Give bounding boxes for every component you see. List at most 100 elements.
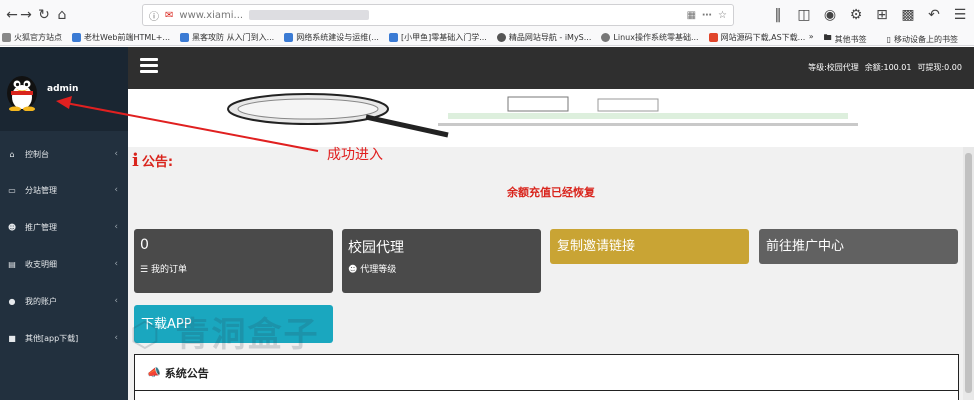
folder-icon: ■	[8, 333, 16, 343]
system-notice-panel: 📣 系统公告	[134, 354, 959, 400]
chevron-left-icon: ‹	[114, 296, 118, 306]
sidebar-item-console[interactable]: ⌂ 控制台 ‹	[0, 143, 128, 165]
chevron-left-icon: ‹	[114, 149, 118, 159]
sidebar-item-label: 我的账户	[25, 296, 57, 306]
system-notice-header: 📣 系统公告	[135, 355, 958, 391]
url-text: www.xiami...	[179, 9, 244, 21]
annotation-text: 成功进入	[327, 147, 383, 163]
mobile-icon: ▯	[886, 34, 891, 44]
browser-toolbar: ← → ↻ ⌂ ⓘ ✉ www.xiami... ▦ ⋯ ☆ ‖ ◫ ◉ ⚙ ⊞…	[0, 0, 974, 30]
crop-icon[interactable]: ⊞	[872, 5, 892, 25]
menu-toggle-icon[interactable]	[140, 58, 158, 74]
bookmark-folder[interactable]: 🖿 其他书签	[823, 32, 867, 45]
announcement-heading: i 公告:	[132, 150, 174, 171]
page-scrollbar[interactable]	[963, 147, 974, 400]
menu-icon[interactable]: ☰	[950, 5, 970, 25]
home-icon[interactable]: ⌂	[52, 5, 72, 25]
globe-icon	[496, 33, 506, 42]
undo-icon[interactable]: ↶	[924, 5, 944, 25]
bookmarks-bar: 火狐官方站点 老杜Web前端HTML+... 黑客攻防 从入门到入... 网络系…	[0, 30, 974, 46]
qr-icon[interactable]: ▦	[687, 10, 696, 21]
megaphone-icon: 📣	[147, 366, 161, 379]
bookmark-item[interactable]: 黑客攻防 从入门到入...	[180, 32, 274, 43]
bookmark-icon	[72, 33, 81, 42]
site-favicon-icon: ✉	[165, 9, 174, 21]
bookmark-item[interactable]: 网络系统建设与运维(...	[284, 32, 379, 43]
user-panel: admin	[0, 47, 128, 131]
sidebar-item-label: 推广管理	[25, 222, 57, 232]
bookmark-item[interactable]: 老杜Web前端HTML+...	[72, 32, 170, 43]
sidebar-item-other[interactable]: ■ 其他[app下载] ‹	[0, 327, 128, 349]
orders-card[interactable]: 0 ☰ 我的订单	[134, 229, 333, 293]
chevron-left-icon: ‹	[114, 259, 118, 269]
chevron-left-icon: ‹	[114, 333, 118, 343]
agent-title: 校园代理	[348, 240, 404, 256]
sidebar: admin ⌂ 控制台 ‹ ▭ 分站管理 ‹ ☻ 推广管理 ‹ ▤ 收支明细 ‹…	[0, 47, 128, 400]
banner-magnifier-graphic	[227, 93, 858, 138]
chevron-left-icon: ‹	[114, 222, 118, 232]
overflow-chevron-icon[interactable]: »	[809, 32, 814, 45]
username: admin	[47, 84, 79, 94]
url-bar[interactable]: ⓘ ✉ www.xiami... ▦ ⋯ ☆	[142, 4, 734, 26]
bookmark-icon	[284, 33, 294, 42]
bookmark-folder[interactable]: ▯ 移动设备上的书签	[886, 32, 958, 45]
balance: 余额:100.01	[864, 63, 912, 72]
library-icon[interactable]: ‖	[768, 5, 788, 25]
info-icon: ⓘ	[149, 11, 159, 23]
user-icon: ●	[8, 296, 16, 306]
account-summary: 等级:校园代理 余额:100.01 可提现:0.00	[808, 62, 962, 73]
sidebar-item-label: 收支明细	[25, 259, 57, 269]
bookmarks-right: » 🖿 其他书签 ▯ 移动设备上的书签	[809, 32, 968, 45]
forward-icon[interactable]: →	[16, 5, 36, 25]
bookmark-icon	[180, 33, 190, 42]
sidebar-item-account[interactable]: ● 我的账户 ‹	[0, 290, 128, 312]
bookmark-item[interactable]: Linux操作系统零基础...	[601, 32, 699, 43]
folder-icon: 🖿	[823, 33, 832, 42]
reload-icon[interactable]: ↻	[34, 5, 54, 25]
sidebar-item-label: 其他[app下载]	[25, 333, 79, 343]
withdrawable: 可提现:0.00	[917, 63, 962, 72]
bar-chart-icon: ▤	[8, 259, 16, 269]
bookmark-item[interactable]: 精品网站导航 - iMyS...	[496, 32, 591, 43]
recharge-notice: 余额充值已经恢复	[507, 186, 595, 199]
monitor-icon: ▭	[8, 185, 16, 195]
sync-icon[interactable]: ⚙	[846, 5, 866, 25]
bookmark-icon	[388, 33, 398, 42]
agent-level: 等级:校园代理	[808, 63, 859, 72]
goto-promotion-button[interactable]: 前往推广中心	[759, 229, 958, 264]
penguin-avatar-icon	[7, 76, 37, 111]
extension-icon[interactable]: ▩	[898, 5, 918, 25]
star-icon[interactable]: ☆	[718, 10, 727, 21]
orders-count: 0	[140, 237, 149, 253]
bookmark-icon	[2, 33, 11, 42]
chevron-left-icon: ‹	[114, 185, 118, 195]
banner	[128, 89, 974, 147]
agent-level-card[interactable]: 校园代理 ☻ 代理等级	[342, 229, 541, 293]
sidebar-item-finance[interactable]: ▤ 收支明细 ‹	[0, 253, 128, 275]
account-icon[interactable]: ◉	[820, 5, 840, 25]
orders-label: ☰ 我的订单	[140, 265, 187, 275]
info-icon: i	[132, 150, 139, 171]
globe-icon	[601, 33, 611, 42]
copy-invite-button[interactable]: 复制邀请链接	[550, 229, 749, 264]
sidebar-icon[interactable]: ◫	[794, 5, 814, 25]
bookmark-item[interactable]: 火狐官方站点	[2, 32, 62, 43]
url-blur	[249, 10, 370, 20]
agent-label: ☻ 代理等级	[348, 265, 397, 275]
bookmark-item[interactable]: [小甲鱼]零基础入门学...	[388, 32, 487, 43]
users-icon: ☻	[7, 222, 17, 232]
more-icon[interactable]: ⋯	[702, 10, 712, 21]
bookmark-item[interactable]: 网站源码下载,AS下载...	[708, 32, 805, 43]
watermark: ⬡ 青洞盒子	[130, 315, 320, 355]
top-navbar: 等级:校园代理 余额:100.01 可提现:0.00	[128, 47, 974, 89]
bookmark-icon	[708, 33, 718, 42]
sidebar-item-label: 分站管理	[25, 185, 57, 195]
home-icon: ⌂	[9, 149, 15, 159]
users-icon: ☻	[348, 265, 358, 275]
toolbar-right-icons: ‖ ◫ ◉ ⚙ ⊞ ▩ ↶ ☰	[768, 5, 970, 25]
scrollbar-thumb[interactable]	[965, 153, 972, 393]
sidebar-item-substation[interactable]: ▭ 分站管理 ‹	[0, 179, 128, 201]
sidebar-item-label: 控制台	[25, 149, 49, 159]
list-icon: ☰	[140, 265, 149, 275]
sidebar-item-promotion[interactable]: ☻ 推广管理 ‹	[0, 216, 128, 238]
